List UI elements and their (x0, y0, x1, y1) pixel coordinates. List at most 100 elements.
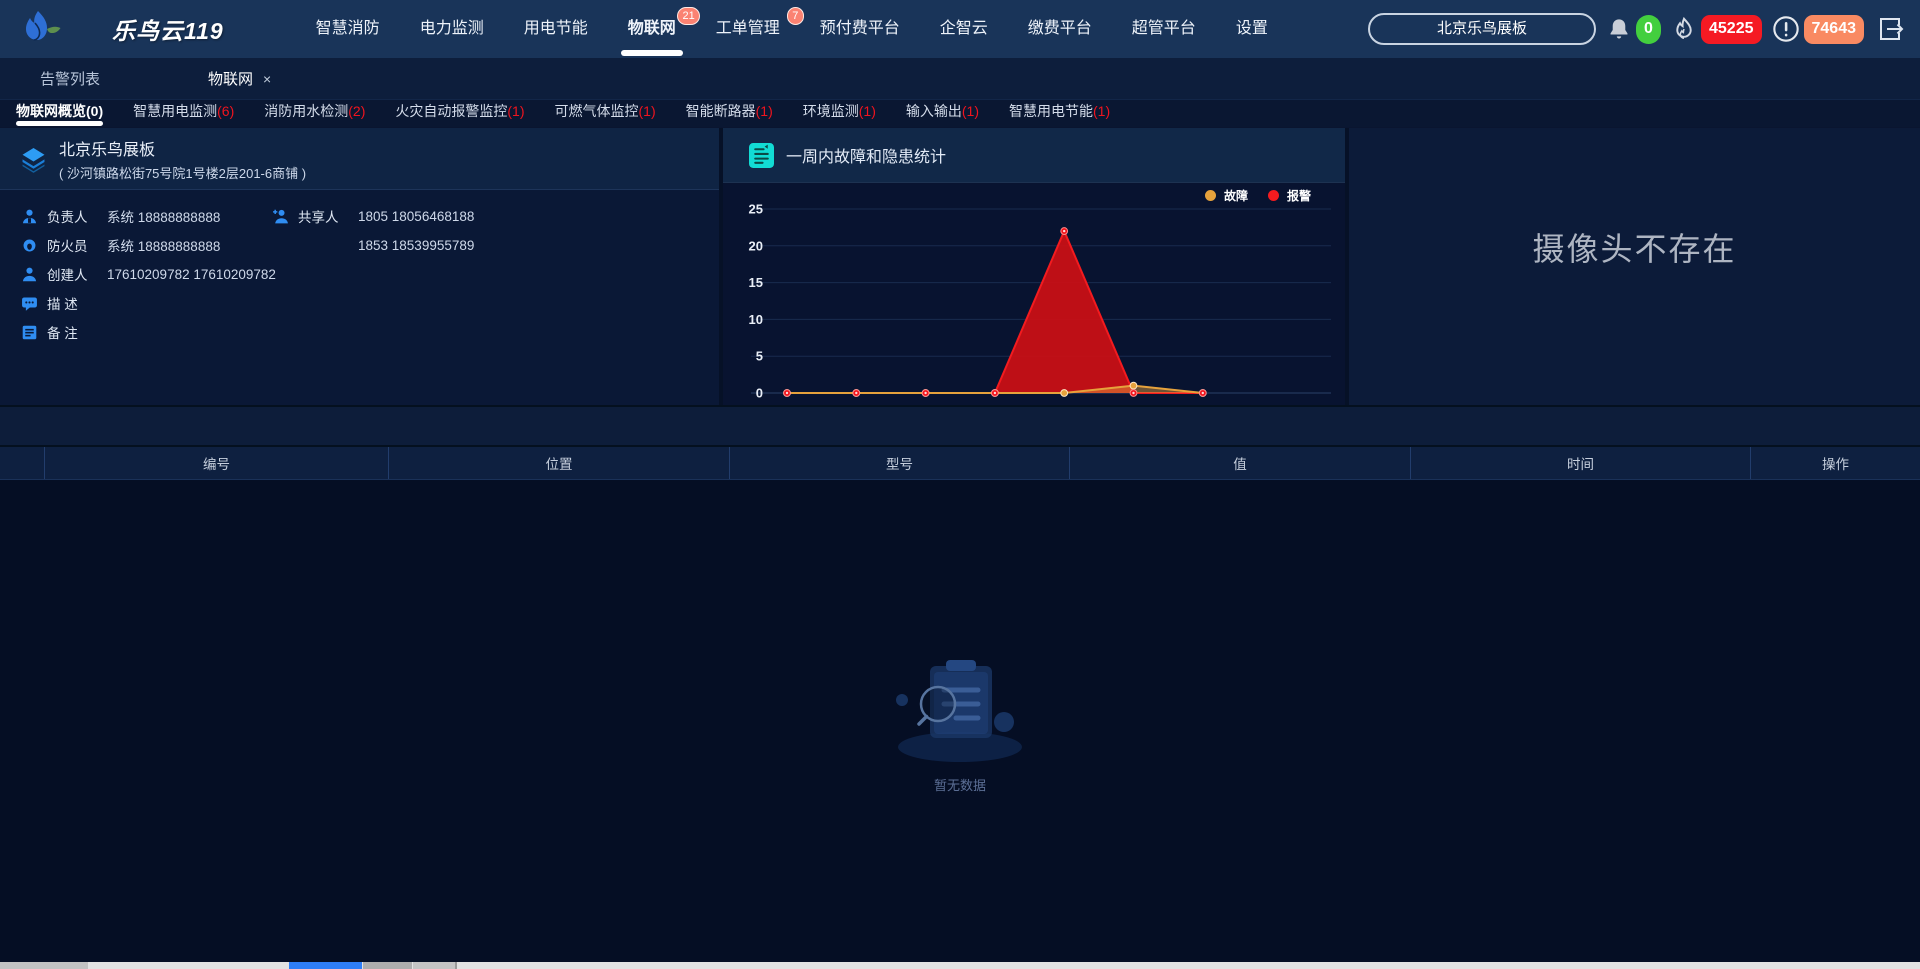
scrollbar-divider (455, 962, 457, 969)
tab-label: 物联网 (208, 68, 253, 89)
site-field-right-1: 1853 18539955789 (272, 235, 474, 255)
scrollbar-segment (0, 962, 88, 969)
note-icon (21, 324, 38, 341)
camera-panel: 摄像头不存在 (1349, 128, 1920, 405)
nav-item-2[interactable]: 用电节能 (504, 0, 608, 58)
subtab-label: 输入输出 (906, 103, 962, 119)
tab-0[interactable]: 告警列表 (40, 68, 100, 89)
subtab-label: 环境监测 (803, 103, 859, 119)
site-field-left-0: 负责人系统 18888888888 (21, 206, 220, 226)
nav-item-label: 物联网 (628, 20, 676, 37)
active-nav-underline (621, 50, 683, 56)
legend-item-0[interactable]: 故障 (1205, 187, 1248, 204)
field-value: 系统 18888888888 (107, 206, 220, 226)
scrollbar-segment (413, 962, 455, 969)
nav-item-9[interactable]: 设置 (1216, 0, 1288, 58)
chart-title: 一周内故障和隐患统计 (786, 143, 946, 167)
site-address: ( 沙河镇路松街75号院1号楼2层201-6商铺 ) (59, 163, 306, 182)
subtab-count: (0) (86, 103, 103, 119)
brand-name: 乐鸟云119 (112, 12, 224, 46)
scrollbar-thumb[interactable] (289, 962, 362, 969)
field-value: 17610209782 17610209782 (107, 267, 276, 282)
app-logo-icon (22, 9, 64, 49)
nav-item-label: 用电节能 (524, 20, 588, 37)
field-label: 备 注 (47, 322, 99, 342)
legend-dot (1205, 190, 1216, 201)
nav-item-0[interactable]: 智慧消防 (296, 0, 400, 58)
nav-item-label: 缴费平台 (1028, 20, 1092, 37)
site-field-left-3: 描 述 (21, 293, 107, 313)
subtab-label: 智能断路器 (686, 103, 756, 119)
flame-icon[interactable] (1671, 15, 1697, 43)
subtab-count: (1) (1093, 103, 1110, 119)
site-title: 北京乐鸟展板 (59, 136, 306, 160)
chart-legend: 故障 报警 (1205, 187, 1311, 204)
legend-label: 报警 (1287, 187, 1311, 204)
no-data-illustration (872, 650, 1048, 766)
bell-icon[interactable] (1606, 16, 1632, 43)
nav-item-5[interactable]: 预付费平台 (800, 0, 920, 58)
spacer (272, 237, 289, 254)
person-plus-icon (272, 208, 289, 225)
nav-item-7[interactable]: 缴费平台 (1008, 0, 1112, 58)
field-value: 系统 18888888888 (107, 235, 220, 255)
subtab-label: 可燃气体监控 (555, 103, 639, 119)
nav-item-1[interactable]: 电力监测 (400, 0, 504, 58)
table-column-header-4[interactable]: 值 (1070, 447, 1411, 479)
field-label: 防火员 (47, 235, 99, 255)
nav-item-4[interactable]: 工单管理7 (696, 0, 800, 58)
alert-stat: 74643 (1772, 15, 1865, 44)
nav-item-6[interactable]: 企智云 (920, 0, 1008, 58)
fault-alarm-line-chart[interactable]: 0510152025 (723, 183, 1345, 400)
brand: 乐鸟云119 (22, 9, 224, 49)
report-chart-icon (749, 143, 774, 168)
table-column-header-6[interactable]: 操作 (1751, 447, 1920, 479)
table-column-header-2[interactable]: 位置 (389, 447, 730, 479)
tab-label: 告警列表 (40, 68, 100, 89)
field-label: 负责人 (47, 206, 99, 226)
site-info-panel: 北京乐鸟展板 ( 沙河镇路松街75号院1号楼2层201-6商铺 ) 负责人系统 … (0, 128, 719, 405)
table-column-header-5[interactable]: 时间 (1411, 447, 1751, 479)
exclamation-icon[interactable] (1772, 15, 1800, 43)
nav-item-3[interactable]: 物联网21 (608, 0, 696, 58)
logout-icon[interactable] (1874, 13, 1906, 45)
legend-item-1[interactable]: 报警 (1268, 187, 1311, 204)
table-column-header-1[interactable]: 编号 (45, 447, 389, 479)
horizontal-scrollbar[interactable] (0, 962, 1920, 969)
alert-count-badge: 74643 (1804, 15, 1865, 44)
field-label: 创建人 (47, 264, 99, 284)
subtab-count: (1) (962, 103, 979, 119)
subtab-4[interactable]: 可燃气体监控(1) (555, 100, 656, 126)
nav-item-8[interactable]: 超管平台 (1112, 0, 1216, 58)
subtab-1[interactable]: 智慧用电监测(6) (133, 100, 234, 126)
subtab-7[interactable]: 输入输出(1) (906, 100, 979, 126)
nav-item-label: 工单管理 (716, 20, 780, 37)
legend-label: 故障 (1224, 187, 1248, 204)
legend-dot (1268, 190, 1279, 201)
tab-close-icon[interactable]: × (263, 71, 271, 87)
svg-text:10: 10 (749, 312, 763, 327)
empty-state-text: 暂无数据 (867, 775, 1053, 794)
project-button[interactable]: 北京乐鸟展板 (1368, 13, 1596, 45)
field-label: 共享人 (298, 206, 350, 226)
subtab-count: (1) (639, 103, 656, 119)
table-column-header-3[interactable]: 型号 (730, 447, 1070, 479)
bell-count-badge: 0 (1636, 15, 1661, 44)
tab-1[interactable]: 物联网 × (208, 68, 271, 89)
nav-item-label: 超管平台 (1132, 20, 1196, 37)
svg-text:25: 25 (749, 202, 763, 217)
nav-item-label: 预付费平台 (820, 20, 900, 37)
subtab-count: (1) (859, 103, 876, 119)
subtab-5[interactable]: 智能断路器(1) (686, 100, 773, 126)
subtab-6[interactable]: 环境监测(1) (803, 100, 876, 126)
nav-item-label: 电力监测 (420, 20, 484, 37)
subtab-8[interactable]: 智慧用电节能(1) (1009, 100, 1110, 126)
manager-person-icon (21, 208, 38, 225)
subtab-0[interactable]: 物联网概览(0) (16, 100, 103, 126)
subtab-3[interactable]: 火灾自动报警监控(1) (395, 100, 524, 126)
subtab-2[interactable]: 消防用水检测(2) (264, 100, 365, 126)
firefighter-icon (21, 237, 38, 254)
chart-header: 一周内故障和隐患统计 (723, 128, 1345, 183)
table-column-header-0[interactable] (0, 447, 45, 479)
scrollbar-segment (363, 962, 412, 969)
